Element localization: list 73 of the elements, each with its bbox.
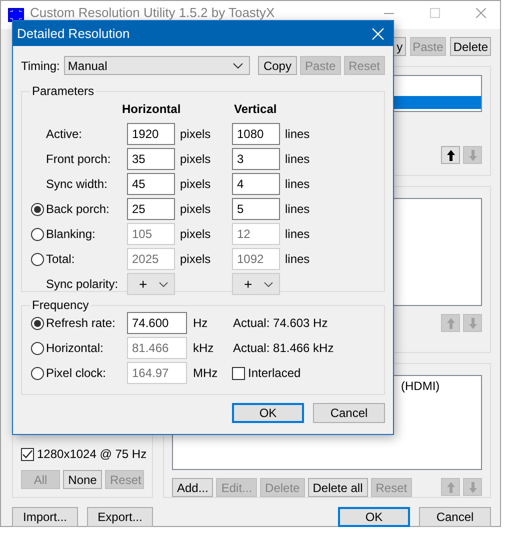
column-heading: Vertical <box>234 102 278 116</box>
polarity-dropdown[interactable]: + <box>232 273 280 295</box>
footer-button[interactable]: Import... <box>12 507 78 527</box>
up-arrow-icon <box>446 318 454 328</box>
field-label: Horizontal: <box>45 341 104 355</box>
field-label: Active: <box>45 127 84 141</box>
checkbox-label: 1280x1024 @ 75 Hz <box>37 447 147 461</box>
field-label: Refresh rate: <box>45 316 116 330</box>
input-field[interactable]: 4 <box>232 173 280 195</box>
input-field[interactable]: 45 <box>127 173 175 195</box>
unit-label: pixels <box>179 252 212 266</box>
radio-button[interactable] <box>31 202 44 216</box>
input-field[interactable]: 1080 <box>232 123 280 145</box>
unit-label: lines <box>284 177 311 191</box>
unit-label: pixels <box>179 202 212 216</box>
dialog-title: Detailed Resolution <box>17 26 130 41</box>
list-action-button[interactable]: Add... <box>172 478 214 497</box>
polarity-dropdown[interactable]: + <box>127 273 175 295</box>
up-arrow-icon <box>446 150 454 160</box>
down-arrow-icon <box>468 150 476 160</box>
input-field[interactable]: 25 <box>127 198 175 220</box>
field-label: Blanking: <box>45 227 96 241</box>
input-field[interactable]: 35 <box>127 148 175 170</box>
unit-label: pixels <box>179 152 212 166</box>
unit-label: lines <box>284 127 311 141</box>
dialog-button[interactable]: Cancel <box>313 403 385 423</box>
footer-button[interactable]: Export... <box>87 507 153 527</box>
chevron-down-icon <box>159 282 168 286</box>
field-label: Total: <box>45 252 76 266</box>
select-button[interactable]: None <box>63 470 102 489</box>
field-label: Front porch: <box>45 152 112 166</box>
unit-label: kHz <box>192 341 215 355</box>
input-field[interactable]: 1920 <box>127 123 175 145</box>
down-arrow-icon <box>468 318 476 328</box>
unit-label: lines <box>284 202 311 216</box>
checkbox[interactable] <box>232 366 245 380</box>
column-heading: Horizontal <box>122 102 182 116</box>
field-label: Sync polarity: <box>45 277 120 291</box>
radio-button[interactable] <box>31 316 44 330</box>
checkbox[interactable] <box>21 448 34 460</box>
input-field[interactable]: 3 <box>232 148 280 170</box>
toolbar-button[interactable]: Delete <box>450 37 491 56</box>
actual-value: Actual: 81.466 kHz <box>232 341 335 355</box>
arrow-button[interactable] <box>441 146 460 164</box>
chevron-down-icon <box>264 282 273 286</box>
footer-button[interactable]: Cancel <box>419 507 491 527</box>
dialog-button[interactable]: OK <box>232 403 304 423</box>
actual-value: Actual: 74.603 Hz <box>232 316 329 330</box>
input-field[interactable]: 5 <box>232 198 280 220</box>
list-item[interactable]: (HDMI) <box>401 379 440 393</box>
field-label: Sync width: <box>45 177 108 191</box>
up-arrow-icon <box>446 482 454 492</box>
unit-label: pixels <box>179 177 212 191</box>
timing-dropdown[interactable]: Manual <box>64 56 250 75</box>
chevron-down-icon <box>232 62 243 68</box>
timing-button[interactable]: Copy <box>258 56 297 75</box>
unit-label: lines <box>284 227 311 241</box>
unit-label: Hz <box>192 316 209 330</box>
timing-label: Timing: <box>21 58 60 72</box>
unit-label: lines <box>284 152 311 166</box>
unit-label: lines <box>284 252 311 266</box>
group-title: Frequency <box>31 298 90 312</box>
list-action-button[interactable]: Delete all <box>308 478 368 497</box>
window-title: Custom Resolution Utility 1.5.2 by ToastyX <box>30 5 275 20</box>
down-arrow-icon <box>468 482 476 492</box>
unit-label: pixels <box>179 227 212 241</box>
field-label: Pixel clock: <box>45 366 108 380</box>
unit-label: pixels <box>179 127 212 141</box>
input-field[interactable]: 74.600 <box>127 312 187 334</box>
close-icon[interactable] <box>476 8 486 18</box>
field-label: Back porch: <box>45 202 110 216</box>
footer-button[interactable]: OK <box>338 507 410 527</box>
group-title: Parameters <box>31 84 96 98</box>
